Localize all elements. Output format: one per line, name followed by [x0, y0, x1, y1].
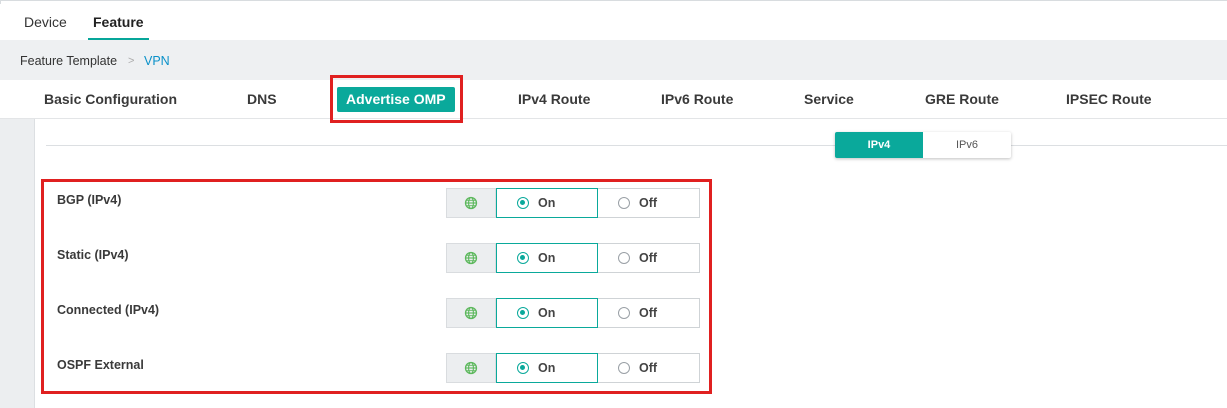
- tab-service[interactable]: Service: [804, 91, 854, 107]
- ip-version-toggle: IPv4 IPv6: [835, 132, 1011, 158]
- breadcrumb-separator: >: [128, 55, 135, 67]
- tab-gre-route[interactable]: GRE Route: [925, 91, 999, 107]
- breadcrumb-vpn: VPN: [144, 54, 170, 68]
- breadcrumb-feature-template[interactable]: Feature Template: [20, 54, 117, 68]
- section-tabs: Basic Configuration DNS Advertise OMP IP…: [0, 80, 1227, 119]
- breadcrumb: Feature Template > VPN: [0, 40, 1227, 80]
- tab-basic-configuration[interactable]: Basic Configuration: [44, 91, 177, 107]
- tab-feature[interactable]: Feature: [88, 14, 149, 40]
- section-divider: [46, 145, 1227, 146]
- tab-ipv4-route[interactable]: IPv4 Route: [518, 91, 590, 107]
- tab-dns[interactable]: DNS: [247, 91, 277, 107]
- ipv4-toggle-button[interactable]: IPv4: [835, 132, 923, 158]
- tab-device[interactable]: Device: [24, 14, 67, 30]
- omp-settings-highlight: [41, 179, 712, 394]
- tab-ipv6-route[interactable]: IPv6 Route: [661, 91, 733, 107]
- tab-ipsec-route[interactable]: IPSEC Route: [1066, 91, 1152, 107]
- advertise-omp-highlight: [330, 75, 463, 123]
- ipv6-toggle-button[interactable]: IPv6: [923, 132, 1011, 158]
- top-tabs: Device Feature: [0, 4, 1227, 40]
